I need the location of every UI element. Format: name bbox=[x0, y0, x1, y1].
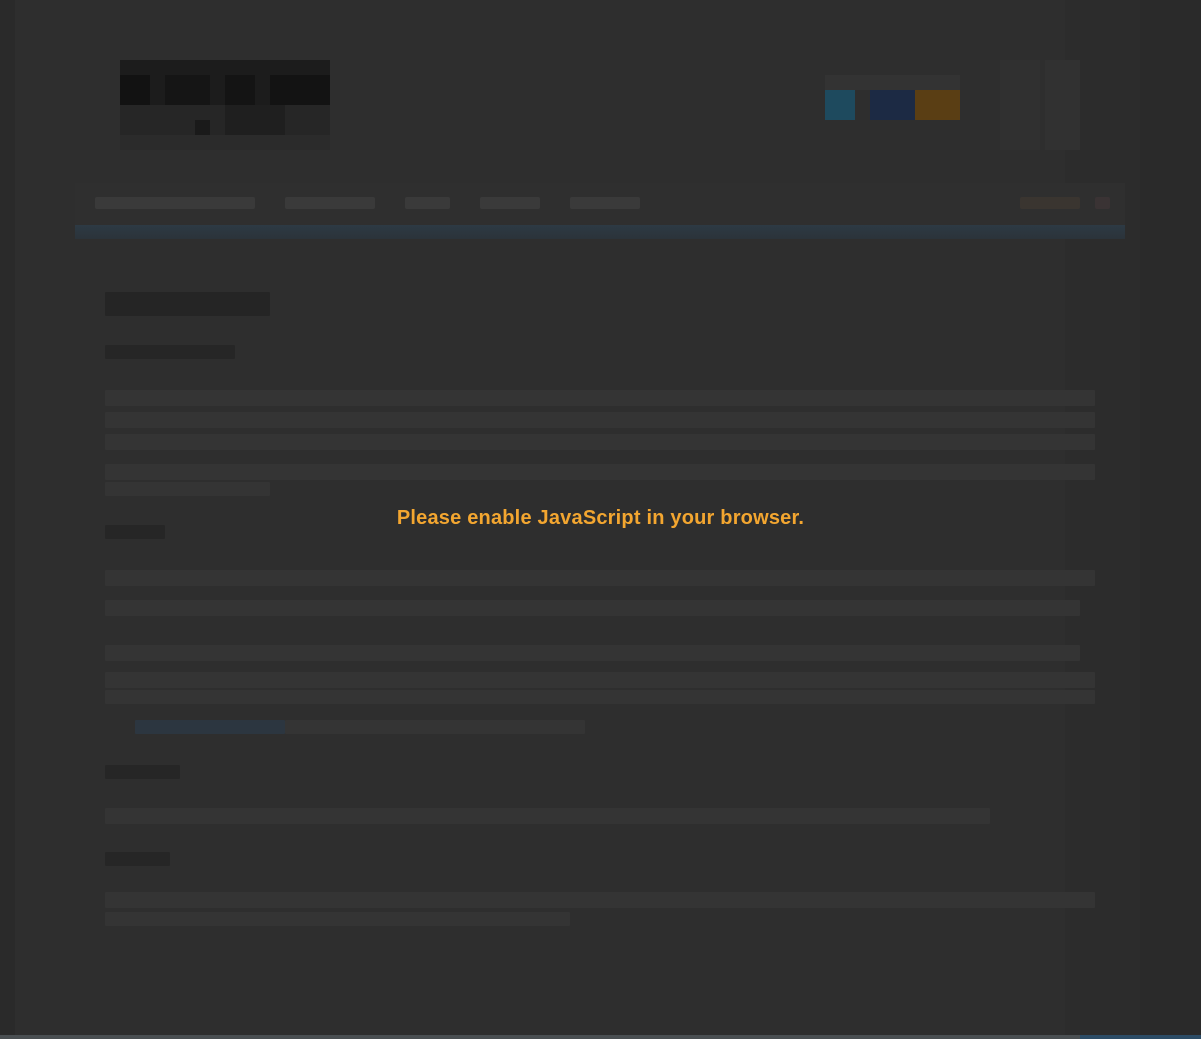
paragraph-line bbox=[285, 720, 585, 734]
section-heading bbox=[105, 765, 180, 779]
bottom-bar-accent bbox=[1080, 1035, 1201, 1039]
article-title bbox=[105, 292, 270, 316]
paragraph-line bbox=[105, 645, 1080, 661]
paragraph-line bbox=[105, 434, 1095, 450]
paragraph-line bbox=[105, 464, 1095, 480]
bottom-bar bbox=[0, 1035, 1201, 1039]
paragraph-line bbox=[105, 672, 1095, 688]
paragraph-line bbox=[105, 482, 270, 496]
paragraph-line bbox=[105, 412, 1095, 428]
enable-javascript-message: Please enable JavaScript in your browser… bbox=[396, 507, 805, 529]
paragraph-line bbox=[105, 808, 990, 824]
paragraph-line bbox=[105, 600, 1080, 616]
paragraph-line bbox=[105, 690, 1095, 704]
section-heading bbox=[105, 852, 170, 866]
paragraph-line bbox=[105, 390, 1095, 406]
article-subheading bbox=[105, 345, 235, 359]
paragraph-line bbox=[105, 912, 570, 926]
paragraph-line bbox=[105, 892, 1095, 908]
paragraph-line bbox=[105, 570, 1095, 586]
inline-link[interactable] bbox=[135, 720, 285, 734]
